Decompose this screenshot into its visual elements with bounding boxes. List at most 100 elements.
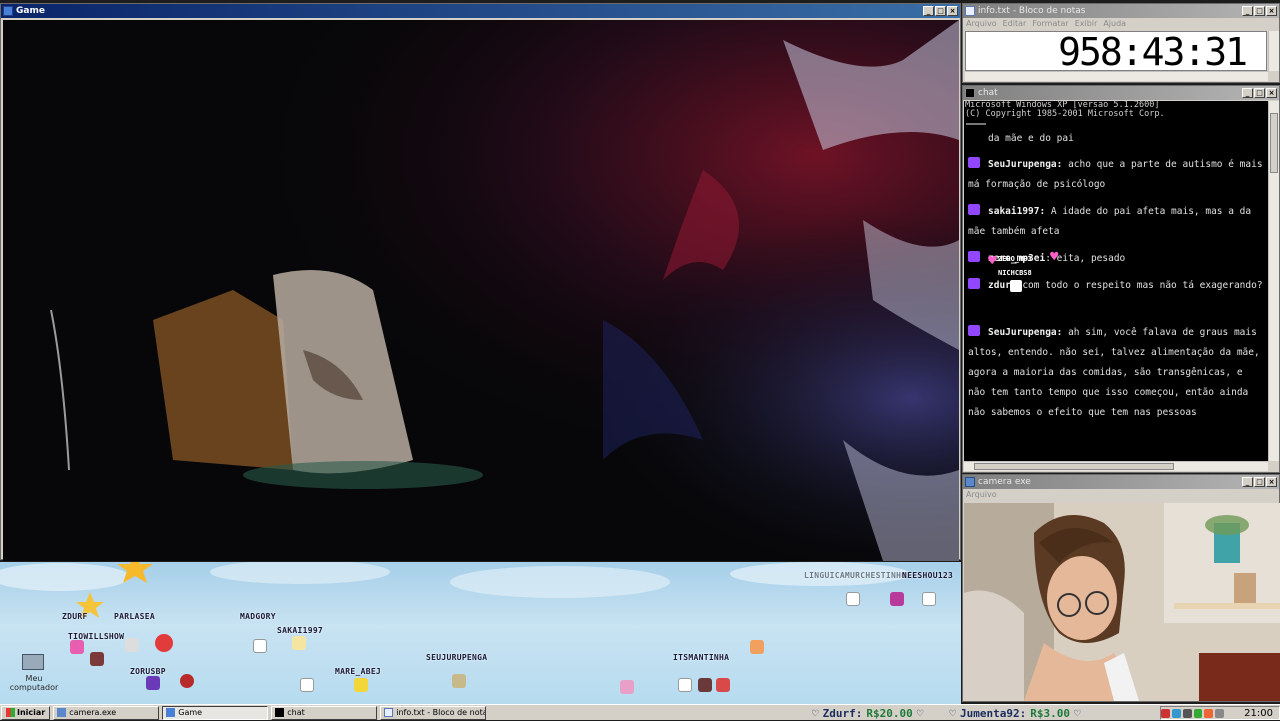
chat-message: SeuJurupenga: ah sim, você falava de gra…: [968, 323, 1264, 423]
donor-name: Jumenta92:: [959, 706, 1027, 720]
start-button[interactable]: Iniciar: [1, 705, 51, 720]
task-chat[interactable]: chat: [271, 705, 378, 720]
notepad-title: info.txt - Bloco de notas: [978, 6, 1086, 16]
close-button[interactable]: ×: [1266, 88, 1277, 98]
camera-window[interactable]: camera exe _ □ × Arquivo: [962, 474, 1280, 702]
notepad-window[interactable]: info.txt - Bloco de notas _ □ × Arquivo …: [962, 3, 1280, 83]
notepad-vertical-scrollbar[interactable]: [1268, 31, 1279, 71]
chat-titlebar[interactable]: chat _ □ ×: [963, 86, 1279, 100]
close-button[interactable]: ×: [1266, 6, 1277, 16]
heart-icon: ♥: [988, 253, 997, 269]
donation-amount: R$20.00: [866, 706, 913, 720]
notepad-horizontal-scrollbar[interactable]: [965, 71, 1268, 81]
console-icon: [275, 708, 285, 717]
avatar-sprite: [155, 634, 173, 652]
avatar-sprite: [922, 592, 936, 606]
avatar-sprite: [354, 678, 368, 692]
menu-arquivo[interactable]: Arquivo: [966, 490, 997, 500]
timer-text[interactable]: 958:43:31: [965, 31, 1267, 72]
tray-icon[interactable]: [1171, 708, 1181, 718]
avatar-sprite: [716, 678, 730, 692]
avatar-sprite: [620, 680, 634, 694]
donor-name: Zdurf:: [822, 706, 863, 720]
my-computer-icon[interactable]: [22, 654, 44, 670]
avatar-name: ZDURF: [62, 612, 88, 621]
heart-icon: ♥: [1050, 249, 1059, 265]
webcam-image: [964, 503, 1280, 701]
chat-console[interactable]: Microsoft Windows XP [versão 5.1.2600] (…: [964, 101, 1268, 461]
clouds: [0, 562, 910, 618]
close-button[interactable]: ×: [1266, 477, 1277, 487]
game-titlebar[interactable]: Game _ □ ×: [1, 4, 960, 18]
volume-icon[interactable]: [1215, 708, 1225, 718]
tray-icon[interactable]: [1161, 708, 1170, 718]
minimize-button[interactable]: _: [1242, 477, 1253, 487]
avatar-name: PARLASEA: [114, 612, 155, 621]
chat-text: ah sim, você falava de graus mais altos,…: [968, 327, 1260, 418]
minimize-button[interactable]: _: [1242, 88, 1253, 98]
heart-icon: ♡: [916, 706, 924, 720]
stream-avatars-stage: Meu computador ZDURF PARLASEA TIOWILLSHO…: [0, 562, 961, 704]
maximize-button[interactable]: □: [1254, 6, 1265, 16]
avatar-sprite: [90, 652, 104, 666]
task-camera[interactable]: camera.exe: [53, 705, 160, 720]
avatar-sprite: [698, 678, 712, 692]
start-label: Iniciar: [17, 708, 46, 717]
maximize-button[interactable]: □: [1254, 477, 1265, 487]
twitch-icon: [968, 278, 980, 289]
avatar-sprite: [452, 674, 466, 688]
notepad-titlebar[interactable]: info.txt - Bloco de notas _ □ ×: [963, 4, 1279, 18]
chat-vertical-scrollbar[interactable]: [1268, 101, 1279, 461]
avatar-sprite: [125, 638, 139, 652]
chat-title: chat: [978, 88, 998, 98]
maximize-button[interactable]: □: [935, 6, 946, 16]
minimize-button[interactable]: _: [1242, 6, 1253, 16]
camera-title: camera exe: [978, 477, 1031, 487]
task-notepad[interactable]: info.txt - Bloco de notas: [380, 705, 487, 720]
menu-formatar[interactable]: Formatar: [1032, 19, 1068, 29]
avatar-name: ZORUSBP: [130, 667, 166, 676]
twitch-icon: [968, 251, 980, 262]
chat-username: sakai1997:: [988, 206, 1046, 217]
heart-icon: ♡: [949, 706, 956, 720]
maximize-button[interactable]: □: [1254, 88, 1265, 98]
chat-username: SeuJurupenga:: [988, 327, 1063, 338]
tray-icon[interactable]: [1204, 708, 1214, 718]
close-button[interactable]: ×: [947, 6, 958, 16]
twitch-icon: [968, 157, 980, 168]
my-computer-label[interactable]: Meu computador: [4, 674, 64, 692]
camera-menubar: Arquivo: [963, 489, 1279, 501]
menu-ajuda[interactable]: Ajuda: [1103, 19, 1126, 29]
avatar-sprite: [292, 636, 306, 650]
game-title: Game: [16, 6, 45, 16]
tray-icon[interactable]: [1193, 708, 1203, 718]
avatar-name: NEESHOU123: [902, 571, 954, 580]
console-icon: [965, 88, 975, 98]
twitch-icon: [968, 204, 980, 215]
chat-window[interactable]: chat _ □ × Microsoft Windows XP [versão …: [962, 85, 1280, 473]
notepad-menubar: Arquivo Editar Formatar Exibir Ajuda: [963, 18, 1279, 30]
game-window[interactable]: Game _ □ ×: [0, 3, 961, 561]
overlay-avatar-name: NICHCBS8: [998, 269, 1032, 277]
game-icon: [166, 708, 176, 717]
task-game[interactable]: Game: [162, 705, 269, 720]
clock[interactable]: 21:00: [1244, 708, 1273, 719]
menu-exibir[interactable]: Exibir: [1075, 19, 1098, 29]
minimize-button[interactable]: _: [923, 6, 934, 16]
tray-icon[interactable]: [1182, 708, 1192, 718]
avatar-name: SEUJURUPENGA: [426, 653, 488, 662]
avatar-name: MARE_ABEJ: [335, 667, 382, 676]
task-label: chat: [287, 708, 305, 717]
windows-logo-icon: [6, 708, 15, 717]
chat-horizontal-scrollbar[interactable]: [964, 461, 1268, 471]
menu-arquivo[interactable]: Arquivo: [966, 19, 997, 29]
divider: [966, 123, 986, 125]
video-frame: [3, 20, 959, 561]
scroll-thumb[interactable]: [1270, 113, 1278, 173]
camera-titlebar[interactable]: camera exe _ □ ×: [963, 475, 1279, 489]
avatar-name: SAKAI1997: [277, 626, 324, 635]
scroll-thumb[interactable]: [974, 463, 1174, 470]
avatar-sprite: [146, 676, 160, 690]
menu-editar[interactable]: Editar: [1003, 19, 1027, 29]
chat-message: da mãe e do pai: [968, 129, 1264, 149]
